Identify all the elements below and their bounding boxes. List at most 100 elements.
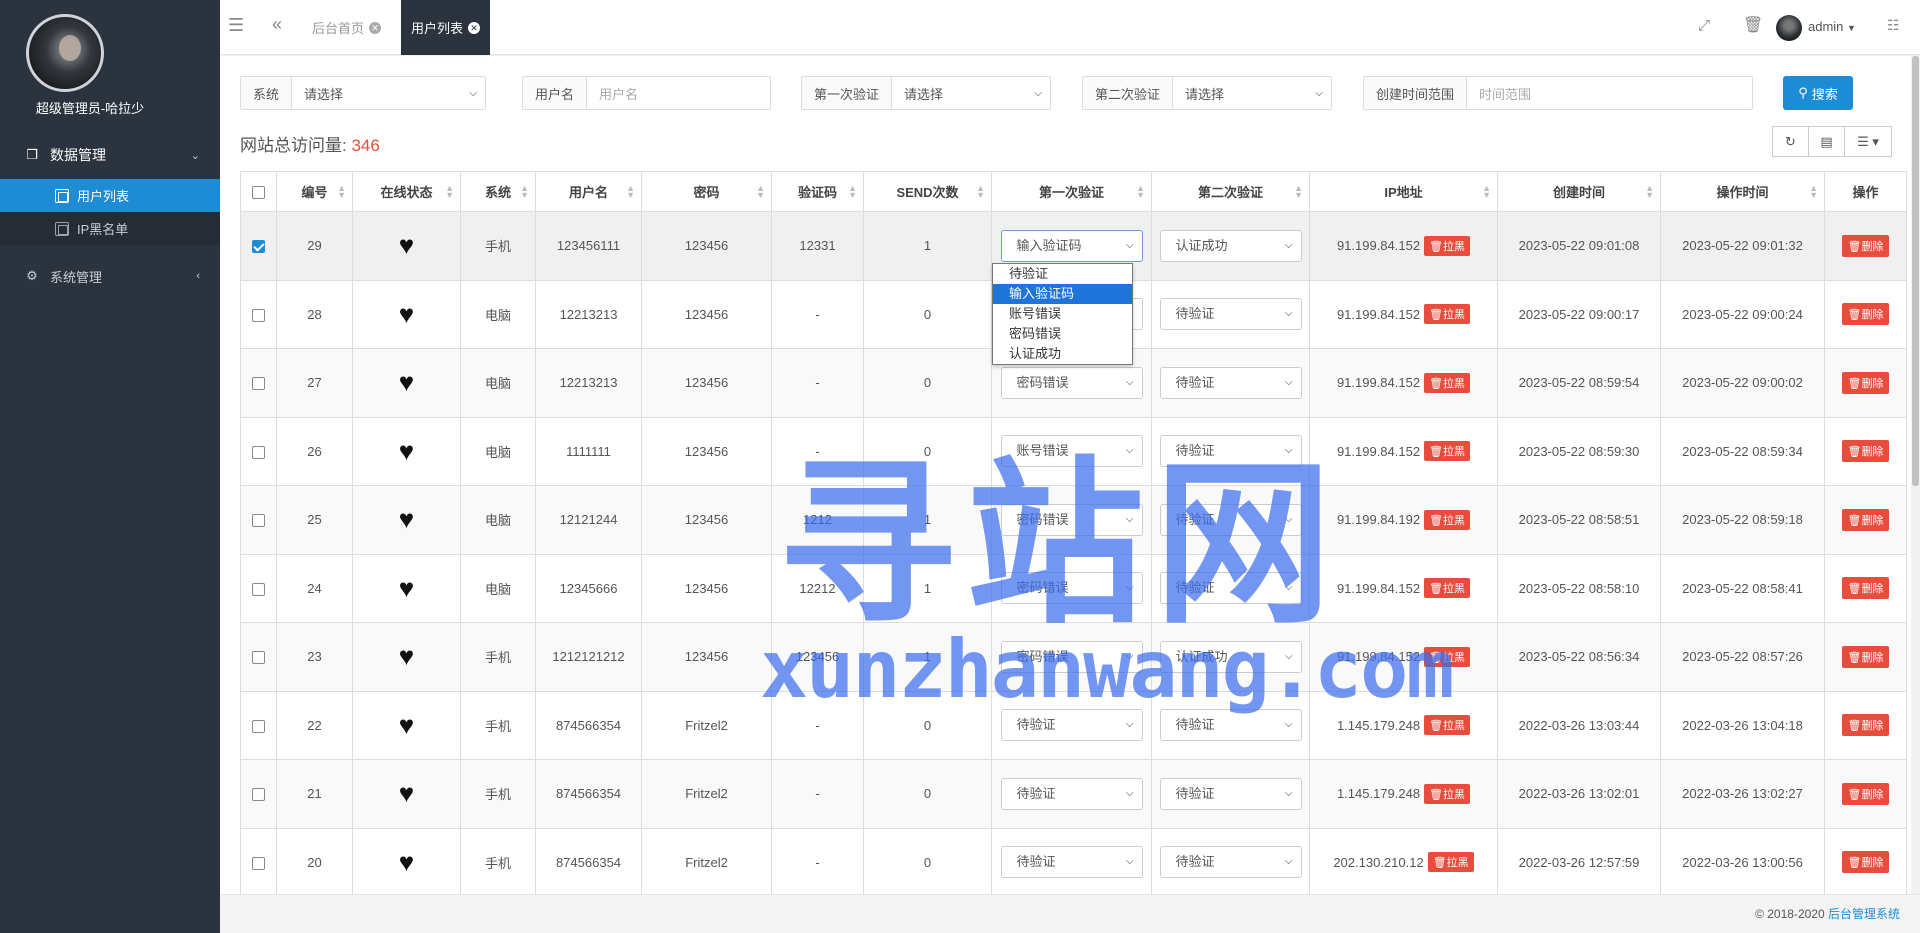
second-verify-select[interactable]: 待验证 ⌵	[1159, 846, 1302, 879]
table-row[interactable]: 22 ♥ 手机 874566354 Fritzel2-0 待验证 ⌵ 待验证 ⌵ 1.145.17…	[240, 690, 1907, 760]
delete-button[interactable]: 🗑删除	[1841, 508, 1890, 531]
dropdown-option[interactable]: 认证成功	[993, 344, 1132, 364]
column-header[interactable]: SEND次数 ▲ ▼	[863, 171, 992, 212]
column-header[interactable]: 验证码 ▲ ▼	[771, 171, 864, 212]
column-header[interactable]: 创建时间 ▲ ▼	[1497, 171, 1661, 212]
sidebar-item-ip-blacklist[interactable]: IP黑名单	[0, 212, 220, 245]
dropdown-option[interactable]: 待验证	[993, 264, 1132, 284]
row-checkbox[interactable]	[252, 514, 265, 528]
second-verify-select[interactable]: 认证成功 ⌵	[1159, 229, 1302, 262]
blacklist-button[interactable]: 🗑拉黑	[1424, 509, 1471, 530]
close-icon[interactable]: ✕	[468, 21, 481, 34]
table-row[interactable]: 26 ♥ 电脑 1111111 123456-0 账号错误 ⌵ 待验证 ⌵ 91.199.84.1…	[240, 416, 1907, 486]
first-verify-select[interactable]: 待验证 ⌵	[1000, 846, 1143, 879]
second-verify-select[interactable]: 待验证 ⌵	[1159, 503, 1302, 536]
dropdown-option[interactable]: 密码错误	[993, 324, 1132, 344]
row-checkbox[interactable]	[252, 856, 265, 870]
second-verify-select[interactable]: 待验证 ⌵	[1159, 777, 1302, 810]
delete-button[interactable]: 🗑删除	[1841, 782, 1890, 805]
select-all-cell[interactable]	[240, 171, 277, 212]
row-checkbox[interactable]	[252, 308, 265, 322]
row-checkbox[interactable]	[252, 719, 265, 733]
second-verify-select[interactable]: 待验证 ⌵	[1159, 298, 1302, 331]
row-select-cell[interactable]	[240, 416, 277, 486]
row-select-cell[interactable]	[240, 279, 277, 349]
blacklist-button[interactable]: 🗑拉黑	[1424, 783, 1471, 804]
first-verify-select[interactable]: 输入验证码 ⌵	[1000, 229, 1143, 262]
first-verify-select[interactable]: 待验证 ⌵	[1000, 777, 1143, 810]
row-checkbox[interactable]	[252, 445, 265, 459]
row-select-cell[interactable]	[240, 211, 277, 281]
row-select-cell[interactable]	[240, 622, 277, 692]
blacklist-button[interactable]: 🗑拉黑	[1424, 715, 1471, 736]
settings-list-icon[interactable]: ☷	[1887, 17, 1900, 34]
second-verify-select[interactable]: 待验证 ⌵	[1159, 366, 1302, 399]
username-input[interactable]: 用户名	[587, 77, 770, 109]
column-header[interactable]: 在线状态 ▲ ▼	[352, 171, 461, 212]
table-row[interactable]: 20 ♥ 手机 874566354 Fritzel2-0 待验证 ⌵ 待验证 ⌵ 202.130.…	[240, 827, 1907, 897]
second-verify-select[interactable]: 待验证 ⌵	[1159, 709, 1302, 742]
tab-user-list[interactable]: 用户列表 ✕	[401, 0, 491, 55]
refresh-button[interactable]: ↻	[1772, 126, 1809, 157]
second-verify-select[interactable]: 认证成功 ⌵	[1159, 640, 1302, 673]
user-menu[interactable]: admin ▼	[1808, 19, 1856, 34]
table-row[interactable]: 21 ♥ 手机 874566354 Fritzel2-0 待验证 ⌵ 待验证 ⌵ 1.145.17…	[240, 759, 1907, 829]
delete-button[interactable]: 🗑删除	[1841, 645, 1890, 668]
table-row[interactable]: 23 ♥ 手机 1212121212 123456 123456 1 密码错误 ⌵ 认证成功 ⌵ 91…	[240, 622, 1907, 692]
date-range-input[interactable]: 时间范围	[1467, 77, 1752, 109]
first-verify-select[interactable]: 密码错误 ⌵	[1000, 366, 1143, 399]
column-header[interactable]: 系统 ▲ ▼	[460, 171, 536, 212]
blacklist-button[interactable]: 🗑拉黑	[1424, 441, 1471, 462]
double-chevron-left-icon[interactable]: «	[272, 14, 282, 35]
table-row[interactable]: 24 ♥ 电脑 12345666 123456 12212 1 密码错误 ⌵ 待验证 ⌵ 91.199…	[240, 553, 1907, 623]
footer-link[interactable]: 后台管理系统	[1828, 907, 1900, 921]
column-header[interactable]: 第一次验证 ▲ ▼	[991, 171, 1152, 212]
sidebar-group-system[interactable]: ⚙ 系统管理 ‹	[0, 257, 220, 295]
dropdown-option[interactable]: 输入验证码	[993, 284, 1132, 304]
row-checkbox[interactable]	[252, 582, 265, 596]
first-verify-select[interactable]: 密码错误 ⌵	[1000, 572, 1143, 605]
first-verify-select[interactable]: 密码错误 ⌵	[1000, 503, 1143, 536]
row-select-cell[interactable]	[240, 759, 277, 829]
second-verify-select[interactable]: 请选择 ⌵	[1173, 77, 1331, 109]
first-verify-select[interactable]: 待验证 ⌵	[1000, 709, 1143, 742]
column-header[interactable]: 用户名 ▲ ▼	[535, 171, 642, 212]
blacklist-button[interactable]: 🗑拉黑	[1424, 235, 1471, 256]
first-verify-select[interactable]: 密码错误 ⌵	[1000, 640, 1143, 673]
second-verify-select[interactable]: 待验证 ⌵	[1159, 435, 1302, 468]
row-checkbox[interactable]	[252, 788, 265, 802]
tab-dashboard[interactable]: 后台首页 ✕	[302, 0, 391, 55]
row-select-cell[interactable]	[240, 827, 277, 897]
column-header[interactable]: 操作时间 ▲ ▼	[1660, 171, 1825, 212]
blacklist-button[interactable]: 🗑拉黑	[1427, 852, 1474, 873]
blacklist-button[interactable]: 🗑拉黑	[1424, 578, 1471, 599]
column-header[interactable]: 编号 ▲ ▼	[276, 171, 353, 212]
delete-button[interactable]: 🗑删除	[1841, 371, 1890, 394]
column-header[interactable]: 第二次验证 ▲ ▼	[1151, 171, 1310, 212]
delete-button[interactable]: 🗑删除	[1841, 851, 1890, 874]
delete-button[interactable]: 🗑删除	[1841, 234, 1890, 257]
table-row[interactable]: 25 ♥ 电脑 12121244 123456 1212 1 密码错误 ⌵ 待验证 ⌵ 91.199.…	[240, 485, 1907, 555]
sidebar-group-data[interactable]: ❐ 数据管理 ⌄	[0, 136, 220, 174]
scrollbar-thumb[interactable]	[1912, 56, 1919, 486]
close-icon[interactable]: ✕	[369, 21, 382, 34]
select-all-checkbox[interactable]	[252, 186, 265, 200]
row-checkbox[interactable]	[252, 377, 265, 391]
delete-button[interactable]: 🗑删除	[1841, 577, 1890, 600]
menu-toggle-icon[interactable]: ☰	[228, 15, 244, 36]
search-button[interactable]: ⚲ 搜索	[1783, 76, 1853, 110]
row-checkbox[interactable]	[252, 651, 265, 665]
toggle-view-button[interactable]: ▤	[1808, 126, 1845, 157]
fullscreen-icon[interactable]: ⤢	[1698, 17, 1710, 34]
trash-icon[interactable]: 🗑	[1743, 15, 1763, 35]
columns-button[interactable]: ☰ ▾	[1844, 126, 1892, 157]
row-select-cell[interactable]	[240, 348, 277, 418]
delete-button[interactable]: 🗑删除	[1841, 303, 1890, 326]
row-select-cell[interactable]	[240, 553, 277, 623]
blacklist-button[interactable]: 🗑拉黑	[1424, 646, 1471, 667]
column-header[interactable]: IP地址 ▲ ▼	[1309, 171, 1498, 212]
dropdown-option[interactable]: 账号错误	[993, 304, 1132, 324]
first-verify-select[interactable]: 账号错误 ⌵	[1000, 435, 1143, 468]
system-select[interactable]: 请选择 ⌵	[292, 77, 485, 109]
row-checkbox[interactable]	[252, 240, 265, 254]
